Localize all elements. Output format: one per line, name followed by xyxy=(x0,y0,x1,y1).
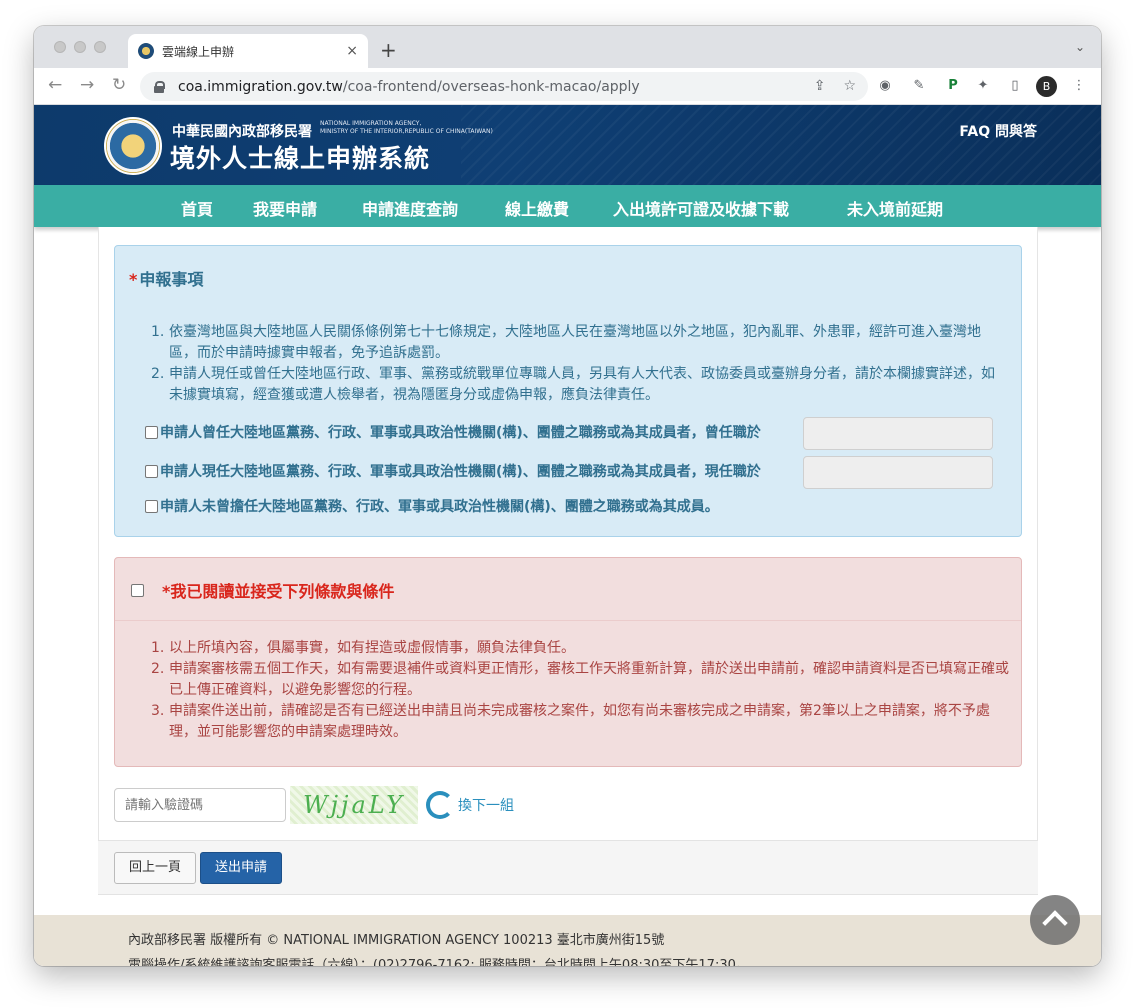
list-item: 2. 申請案審核需五個工作天，如有需要退補件或資料更正情形，審核工作天將重新計算，… xyxy=(151,661,1009,698)
current-position-checkbox[interactable] xyxy=(145,464,158,478)
side-panel-icon[interactable]: ▯ xyxy=(1006,77,1024,95)
footer-copyright: 內政部移民署 版權所有 © NATIONAL IMMIGRATION AGENC… xyxy=(128,933,665,948)
lock-icon xyxy=(154,80,165,93)
share-icon[interactable]: ⇪ xyxy=(814,78,826,94)
agency-emblem-logo xyxy=(104,117,162,175)
profile-avatar[interactable]: B xyxy=(1036,76,1057,97)
nav-item-payment[interactable]: 線上繳費 xyxy=(505,196,569,220)
bookmark-star-icon[interactable]: ☆ xyxy=(843,78,856,94)
divider xyxy=(115,620,1021,621)
nav-item-extension[interactable]: 未入境前延期 xyxy=(847,196,943,220)
eyedropper-extension-icon[interactable]: ✎ xyxy=(910,77,928,95)
agency-name-zh: 中華民國內政部移民署 xyxy=(172,124,312,140)
scroll-to-top-button[interactable] xyxy=(1030,895,1080,945)
refresh-icon xyxy=(426,791,454,819)
browser-tab[interactable]: 雲端線上申辦 × xyxy=(128,34,368,68)
nav-item-home[interactable]: 首頁 xyxy=(181,196,213,220)
browser-window: 雲端線上申辦 × + ⌄ ← → ↻ coa.immigration.gov.t… xyxy=(34,26,1101,966)
page-viewport: 中華民國內政部移民署 NATIONAL IMMIGRATION AGENCY, … xyxy=(34,105,1101,966)
former-position-field[interactable] xyxy=(803,417,993,450)
close-window-button[interactable] xyxy=(54,41,66,53)
main-nav: 首頁 我要申請 申請進度查詢 線上繳費 入出境許可證及收據下載 未入境前延期 xyxy=(34,185,1101,227)
site-favicon-icon xyxy=(138,43,154,59)
list-item: 1. 依臺灣地區與大陸地區人民關係條例第七十七條規定，大陸地區人民在臺灣地區以外之… xyxy=(151,324,981,361)
faq-link[interactable]: FAQ 問與答 xyxy=(959,121,1037,141)
terms-list: 1. 以上所填內容，俱屬事實，如有捏造或虛假情事，願負法律負任。 2. 申請案審核需… xyxy=(151,638,1009,743)
current-position-field[interactable] xyxy=(803,456,993,489)
zoom-window-button[interactable] xyxy=(94,41,106,53)
tab-close-icon[interactable]: × xyxy=(346,43,358,59)
url-host: coa.immigration.gov.tw xyxy=(178,78,343,95)
tab-title: 雲端線上申辦 xyxy=(162,44,235,59)
agency-name-en: NATIONAL IMMIGRATION AGENCY, MINISTRY OF… xyxy=(320,120,493,135)
declaration-notes: 1. 依臺灣地區與大陸地區人民關係條例第七十七條規定，大陸地區人民在臺灣地區以外之… xyxy=(151,322,1001,406)
back-button[interactable]: 回上一頁 xyxy=(114,852,196,884)
agree-row: *我已閱讀並接受下列條款與條件 xyxy=(131,578,394,602)
tab-search-icon[interactable]: ⌄ xyxy=(1075,40,1085,54)
agree-terms-label: *我已閱讀並接受下列條款與條件 xyxy=(162,582,395,601)
declaration-option-current: 申請人現任大陸地區黨務、行政、軍事或具政治性機關(構)、團體之職務或為其成員者，… xyxy=(145,461,761,481)
nav-item-progress[interactable]: 申請進度查詢 xyxy=(362,196,458,220)
declaration-option-never: 申請人未曾擔任大陸地區黨務、行政、軍事或具政治性機關(構)、團體之職務或為其成員… xyxy=(145,496,719,516)
declaration-option-former: 申請人曾任大陸地區黨務、行政、軍事或具政治性機關(構)、團體之職務或為其成員者，… xyxy=(145,422,761,442)
captcha-refresh-label: 換下一組 xyxy=(458,798,514,814)
captcha-input[interactable] xyxy=(114,788,286,822)
reload-icon[interactable]: ↻ xyxy=(112,75,126,95)
captcha-image: WjjaLY xyxy=(290,786,418,824)
footer-contact: 電腦操作/系統維護諮詢客服電話（六線）：(02)2796-7162; 服務時間：… xyxy=(128,958,749,966)
declaration-title: * 申報事項 xyxy=(129,270,204,289)
list-item: 2. 申請人現任或曾任大陸地區行政、軍事、黨務或統戰單位專職人員，另具有人大代表、… xyxy=(151,366,995,403)
new-tab-button[interactable]: + xyxy=(380,38,397,62)
submit-button[interactable]: 送出申請 xyxy=(200,852,282,884)
nav-item-apply[interactable]: 我要申請 xyxy=(253,196,317,220)
minimize-window-button[interactable] xyxy=(74,41,86,53)
address-bar[interactable]: coa.immigration.gov.tw/coa-frontend/over… xyxy=(140,72,868,101)
captcha-refresh-button[interactable]: 換下一組 xyxy=(426,791,514,819)
url-path: /coa-frontend/overseas-honk-macao/apply xyxy=(342,78,640,95)
tab-bar: 雲端線上申辦 × + ⌄ xyxy=(34,26,1101,68)
back-arrow-icon[interactable]: ← xyxy=(48,75,62,95)
puzzle-extensions-icon[interactable]: ✦ xyxy=(974,77,992,95)
form-actions: 回上一頁 送出申請 xyxy=(98,840,1038,895)
site-header: 中華民國內政部移民署 NATIONAL IMMIGRATION AGENCY, … xyxy=(34,105,1101,185)
declaration-panel: * 申報事項 1. 依臺灣地區與大陸地區人民關係條例第七十七條規定，大陸地區人民在臺… xyxy=(114,245,1022,537)
agree-terms-checkbox[interactable] xyxy=(131,583,144,597)
list-item: 1. 以上所填內容，俱屬事實，如有捏造或虛假情事，願負法律負任。 xyxy=(151,640,575,656)
never-served-checkbox[interactable] xyxy=(145,499,158,513)
list-item: 3. 申請案件送出前，請確認是否有已經送出申請且尚未完成審核之案件，如您有尚未審核… xyxy=(151,703,990,740)
browser-menu-icon[interactable]: ⋮ xyxy=(1070,77,1088,95)
browser-toolbar: ← → ↻ coa.immigration.gov.tw/coa-fronten… xyxy=(34,68,1101,105)
system-title: 境外人士線上申辦系統 xyxy=(170,144,431,173)
nav-item-permit-download[interactable]: 入出境許可證及收據下載 xyxy=(613,196,789,220)
p-extension-icon[interactable]: P xyxy=(944,77,962,95)
terms-panel: *我已閱讀並接受下列條款與條件 1. 以上所填內容，俱屬事實，如有捏造或虛假情事，… xyxy=(114,557,1022,767)
forward-arrow-icon[interactable]: → xyxy=(80,75,94,95)
site-footer: 內政部移民署 版權所有 © NATIONAL IMMIGRATION AGENC… xyxy=(34,915,1101,966)
former-position-checkbox[interactable] xyxy=(145,425,158,439)
camera-icon[interactable]: ◉ xyxy=(876,77,894,95)
